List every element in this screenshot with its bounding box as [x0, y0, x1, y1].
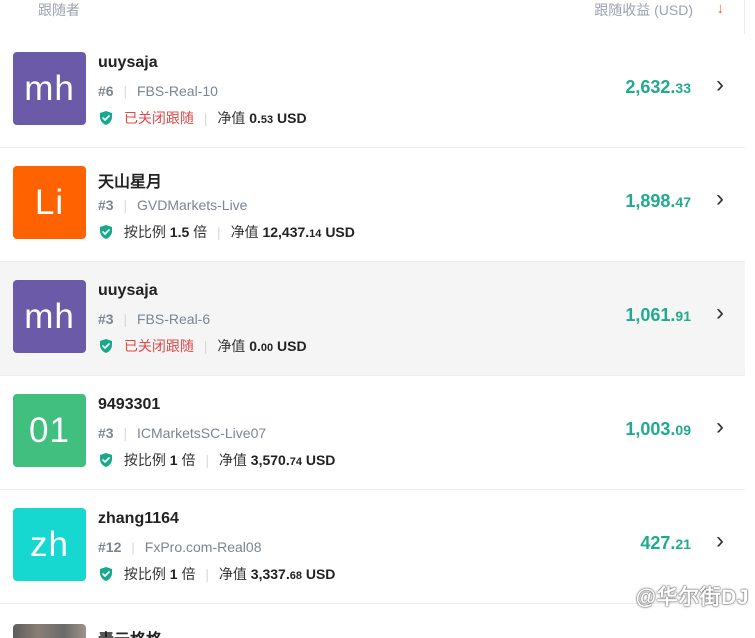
down-arrow-icon[interactable]: ↓	[717, 0, 725, 18]
separator: |	[203, 338, 208, 354]
photo-avatar	[13, 624, 86, 638]
avatar: mh	[13, 280, 86, 353]
closed-status-text: 已关闭跟随	[123, 338, 194, 354]
follower-name: uuysaja	[98, 54, 158, 71]
account-meta: #12 | FxPro.com-Real08	[98, 539, 261, 555]
ratio-unit: 倍	[193, 224, 208, 240]
ratio-label: 按比例	[123, 566, 166, 582]
account-meta: #3 | ICMarketsSC-Live07	[98, 425, 266, 441]
follower-row[interactable]: Li 天山星月 #3 | GVDMarkets-Live 按比例 1.5 倍 |…	[0, 148, 745, 262]
followers-list: mh uuysaja #6 | FBS-Real-10 已关闭跟随 | 净值 0…	[0, 34, 745, 638]
account-meta: #3 | FBS-Real-6	[98, 311, 210, 327]
ratio-unit: 倍	[181, 566, 196, 582]
follow-status: 按比例 1 倍 | 净值 3,337.68 USD	[98, 564, 335, 584]
ratio-value: 1	[169, 452, 178, 468]
follow-status: 已关闭跟随 | 净值 0.00 USD	[98, 336, 307, 356]
rank-badge: #6	[98, 83, 114, 99]
separator: |	[123, 83, 128, 99]
ratio-label: 按比例	[123, 224, 166, 240]
shield-check-icon	[100, 453, 112, 467]
follower-name: zhang1164	[98, 510, 179, 527]
separator: |	[203, 110, 208, 126]
follower-name: uuysaja	[98, 282, 158, 299]
shield-check-icon	[100, 339, 112, 353]
chevron-right-icon[interactable]: ›	[713, 415, 727, 439]
equity-value: 3,337.68 USD	[250, 566, 336, 582]
closed-status-text: 已关闭跟随	[123, 110, 194, 126]
list-header: 跟随者 跟随收益 (USD) ↓	[0, 0, 745, 22]
equity-value: 12,437.14 USD	[262, 224, 355, 240]
separator: |	[123, 425, 128, 441]
equity-label: 净值	[217, 110, 246, 126]
equity-value: 3,570.74 USD	[250, 452, 336, 468]
avatar: 01	[13, 394, 86, 467]
profit-value: 1,061.91	[625, 305, 691, 325]
avatar: zh	[13, 508, 86, 581]
follower-row[interactable]: mh uuysaja #6 | FBS-Real-10 已关闭跟随 | 净值 0…	[0, 34, 745, 148]
chevron-right-icon[interactable]: ›	[713, 301, 727, 325]
profit-value: 427.21	[640, 533, 691, 553]
ratio-unit: 倍	[181, 452, 196, 468]
profit-value: 1,898.47	[625, 191, 691, 211]
separator: |	[217, 224, 221, 240]
rank-badge: #12	[98, 539, 122, 555]
equity-label: 净值	[218, 452, 247, 468]
equity-value: 0.53 USD	[249, 110, 307, 126]
server-name: GVDMarkets-Live	[137, 197, 248, 213]
rank-badge: #3	[98, 197, 114, 213]
follower-row[interactable]: 01 9493301 #3 | ICMarketsSC-Live07 按比例 1…	[0, 376, 745, 490]
ratio-value: 1.5	[169, 224, 190, 240]
equity-label: 净值	[217, 338, 246, 354]
equity-value: 0.00 USD	[249, 338, 307, 354]
separator: |	[205, 566, 209, 582]
server-name: FBS-Real-10	[137, 83, 218, 99]
chevron-right-icon[interactable]: ›	[713, 529, 727, 553]
separator: |	[123, 197, 128, 213]
chevron-right-icon[interactable]: ›	[713, 73, 727, 97]
server-name: ICMarketsSC-Live07	[137, 425, 267, 441]
follower-row-partial[interactable]: 青云格格	[0, 604, 745, 638]
separator: |	[131, 539, 135, 555]
avatar: mh	[13, 52, 86, 125]
separator: |	[123, 311, 128, 327]
server-name: FxPro.com-Real08	[144, 539, 262, 555]
rank-badge: #3	[98, 311, 114, 327]
chevron-right-icon[interactable]: ›	[713, 187, 727, 211]
separator: |	[205, 452, 209, 468]
profit-column-label[interactable]: 跟随收益 (USD)	[594, 0, 693, 20]
watermark-text: @华尔街DJ	[635, 586, 749, 609]
profit-value: 1,003.09	[625, 419, 691, 439]
profit-value: 2,632.33	[625, 77, 691, 97]
ratio-value: 1	[169, 566, 178, 582]
shield-check-icon	[100, 111, 112, 125]
rank-badge: #3	[98, 425, 114, 441]
followers-page: 跟随者 跟随收益 (USD) ↓ mh uuysaja #6 | FBS-Rea…	[0, 0, 755, 638]
follower-name: 9493301	[98, 396, 161, 413]
follower-row[interactable]: zh zhang1164 #12 | FxPro.com-Real08 按比例 …	[0, 490, 745, 604]
follow-status: 按比例 1 倍 | 净值 3,570.74 USD	[98, 450, 335, 470]
shield-check-icon	[100, 225, 112, 239]
follower-name: 天山星月	[98, 174, 163, 191]
followers-column-label: 跟随者	[38, 2, 80, 18]
scrollbar-track[interactable]	[744, 0, 755, 638]
follower-name: 青云格格	[98, 626, 162, 638]
equity-label: 净值	[218, 566, 247, 582]
account-meta: #3 | GVDMarkets-Live	[98, 197, 247, 213]
account-meta: #6 | FBS-Real-10	[98, 83, 218, 99]
follower-row[interactable]: mh uuysaja #3 | FBS-Real-6 已关闭跟随 | 净值 0.…	[0, 262, 745, 376]
server-name: FBS-Real-6	[137, 311, 211, 327]
follow-status: 按比例 1.5 倍 | 净值 12,437.14 USD	[98, 222, 355, 242]
shield-check-icon	[100, 567, 112, 581]
equity-label: 净值	[230, 224, 259, 240]
follow-status: 已关闭跟随 | 净值 0.53 USD	[98, 108, 307, 128]
avatar: Li	[13, 166, 86, 239]
ratio-label: 按比例	[123, 452, 166, 468]
